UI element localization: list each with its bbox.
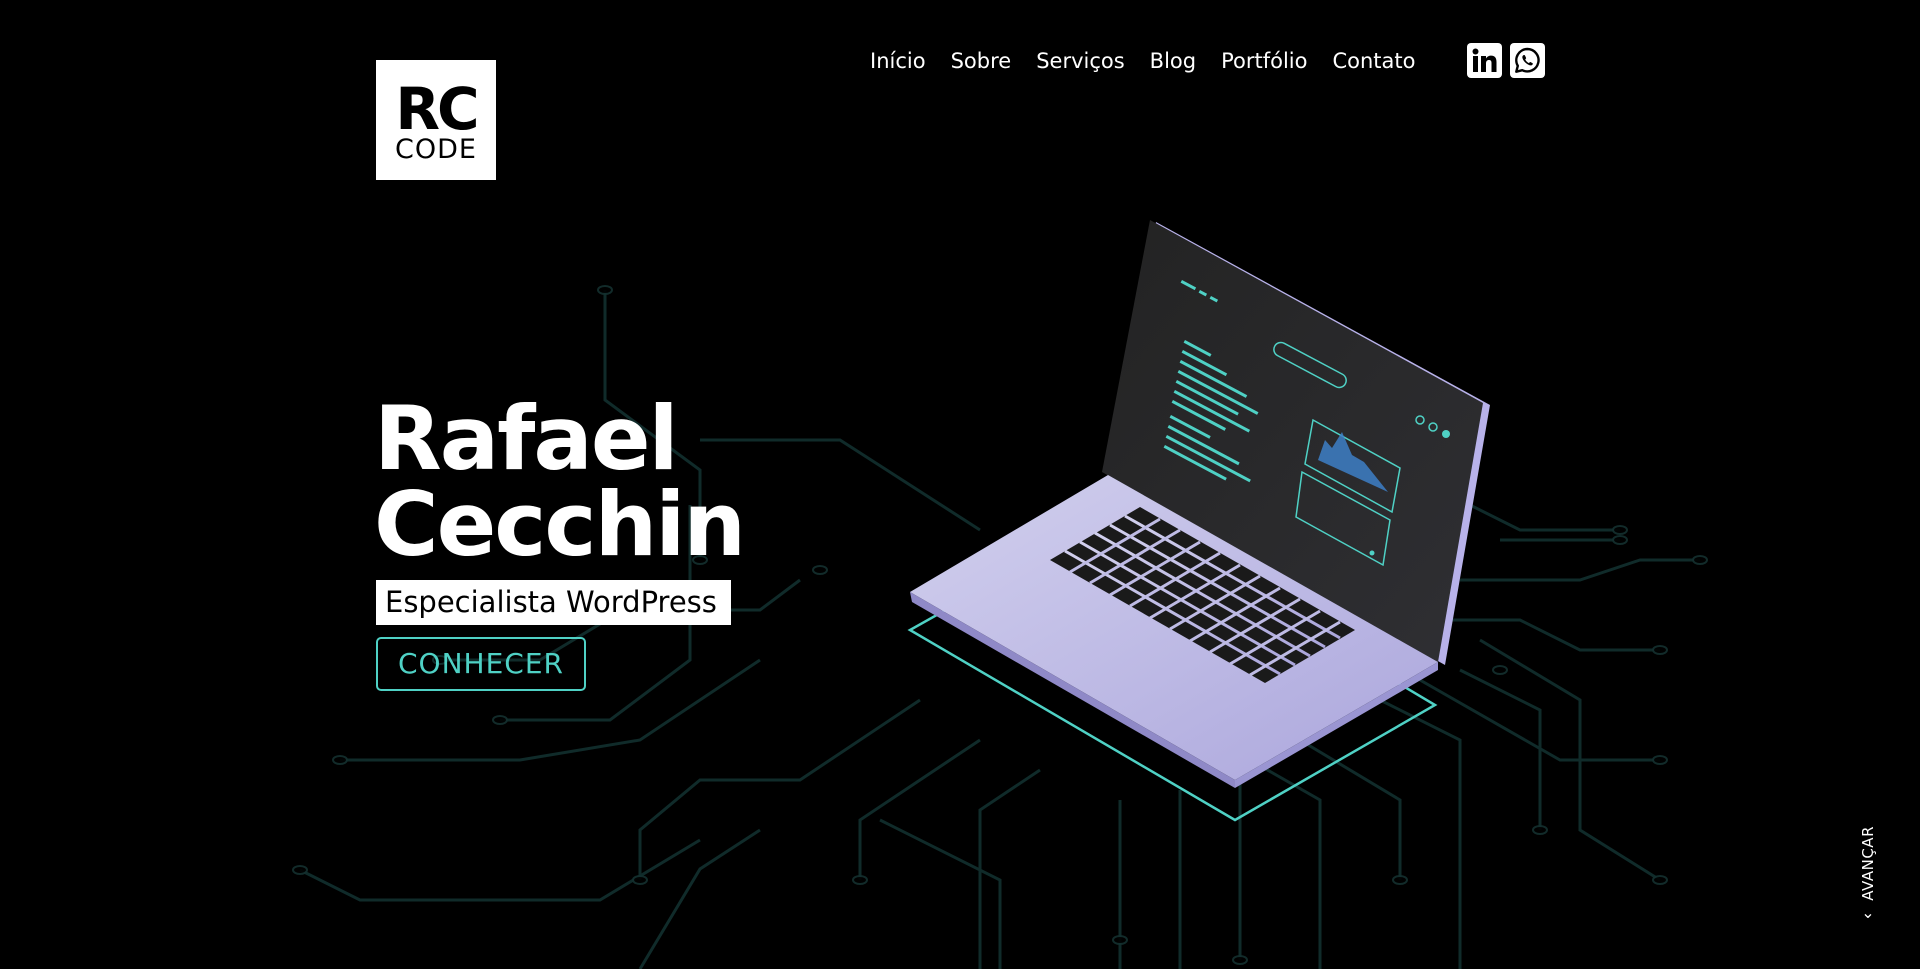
linkedin-icon	[1472, 48, 1497, 72]
linkedin-button[interactable]	[1467, 43, 1502, 78]
whatsapp-button[interactable]	[1510, 43, 1545, 78]
logo-rc-text: RC	[395, 75, 479, 143]
hero-title: Rafael Cecchin	[374, 387, 746, 576]
nav-item-blog[interactable]: Blog	[1150, 49, 1196, 73]
conhecer-button[interactable]: CONHECER	[376, 637, 586, 691]
laptop-illustration	[907, 220, 1490, 822]
hero-title-last-name: Cecchin	[374, 473, 746, 576]
advance-scroll-link[interactable]: AVANÇAR ⌄	[1855, 826, 1881, 938]
chevron-down-icon: ⌄	[1861, 902, 1875, 922]
advance-label: AVANÇAR	[1859, 826, 1877, 901]
whatsapp-icon	[1515, 47, 1540, 73]
hero-title-first-name: Rafael	[374, 387, 679, 490]
nav-item-servicos[interactable]: Serviços	[1036, 49, 1124, 73]
hero-subtitle: Especialista WordPress	[376, 580, 731, 625]
nav-item-portfolio[interactable]: Portfólio	[1221, 49, 1307, 73]
page: RC CODE Início Sobre Serviços Blog Portf…	[0, 0, 1920, 969]
logo[interactable]: RC CODE	[376, 60, 496, 180]
social-links	[1467, 43, 1545, 78]
nav-item-sobre[interactable]: Sobre	[951, 49, 1012, 73]
main-nav: Início Sobre Serviços Blog Portfólio Con…	[870, 46, 1441, 76]
nav-item-contato[interactable]: Contato	[1332, 49, 1415, 73]
nav-item-inicio[interactable]: Início	[870, 49, 926, 73]
logo-code-text: CODE	[395, 134, 477, 165]
